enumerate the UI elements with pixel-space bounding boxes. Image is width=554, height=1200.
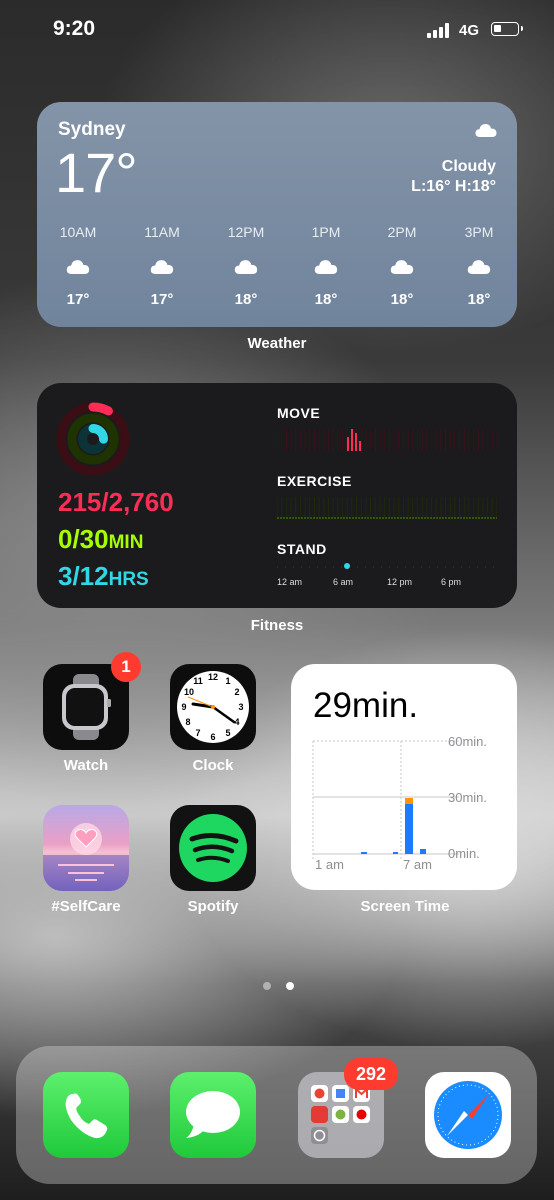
- svg-text:7: 7: [195, 728, 200, 738]
- page-indicator-dot[interactable]: [263, 982, 271, 990]
- svg-text:10: 10: [184, 687, 194, 697]
- hourly-time: 10AM: [59, 224, 97, 240]
- clock-app[interactable]: 12 1 2 3 4567 8 9 10 11: [170, 664, 256, 750]
- watch-notification-badge: 1: [111, 652, 141, 682]
- y-axis-tick: 60min.: [448, 734, 488, 749]
- weather-condition: Cloudy: [441, 158, 496, 175]
- selfcare-app[interactable]: [43, 805, 129, 891]
- screen-time-widget-label: Screen Time: [360, 898, 450, 915]
- phone-app[interactable]: [43, 1072, 129, 1158]
- safari-icon: [434, 1081, 502, 1149]
- cloud-icon: [216, 258, 276, 280]
- clock-app-label: Clock: [192, 757, 234, 774]
- x-axis-tick: 7 am: [403, 857, 432, 872]
- exercise-unit: MIN: [108, 532, 144, 553]
- stand-chart: [277, 563, 497, 569]
- move-chart: [277, 429, 497, 451]
- move-value: 215/2,760: [58, 487, 174, 517]
- stand-value-row: 3/12HRS: [58, 561, 149, 592]
- fitness-widget-label: Fitness: [250, 617, 304, 634]
- time-tick: 6 am: [333, 577, 354, 587]
- y-axis-tick: 0min.: [448, 846, 480, 861]
- time-tick: 6 pm: [441, 577, 462, 587]
- svg-text:6: 6: [210, 732, 215, 742]
- clock-icon: 12 123 4567 891011: [177, 671, 249, 743]
- weather-widget-label: Weather: [247, 335, 307, 352]
- spotify-app-label: Spotify: [187, 898, 239, 915]
- heart-sunset-icon: [43, 823, 129, 891]
- hourly-temp: 18°: [390, 291, 414, 308]
- screen-time-chart: [312, 740, 459, 860]
- cloud-icon: [48, 258, 108, 280]
- messages-icon: [186, 1091, 240, 1138]
- y-axis-tick: 30min.: [448, 790, 488, 805]
- svg-text:5: 5: [225, 728, 230, 738]
- fitness-widget[interactable]: 215/2,760 0/30MIN 3/12HRS MOVE EXERCISE …: [37, 383, 517, 608]
- safari-app[interactable]: [425, 1072, 511, 1158]
- svg-text:2: 2: [234, 687, 239, 697]
- svg-text:8: 8: [185, 717, 190, 727]
- weather-city: Sydney: [58, 119, 126, 140]
- hourly-time: 3PM: [464, 224, 494, 240]
- time-tick: 12 pm: [387, 577, 413, 587]
- cloud-icon: [449, 258, 509, 280]
- watch-app-label: Watch: [63, 757, 109, 774]
- hourly-temp: 18°: [467, 291, 491, 308]
- hourly-temp: 17°: [150, 291, 174, 308]
- x-axis-tick: 1 am: [315, 857, 344, 872]
- network-type: 4G: [459, 22, 480, 39]
- activity-rings-icon: [55, 401, 131, 482]
- time-tick: 12 am: [277, 577, 303, 587]
- hourly-temp: 17°: [66, 291, 90, 308]
- cloud-icon: [296, 258, 356, 280]
- svg-text:11: 11: [193, 676, 203, 686]
- screen-time-total: 29min.: [313, 686, 419, 725]
- svg-text:1: 1: [225, 676, 230, 686]
- weather-current-temp: 17°: [55, 141, 138, 204]
- page-indicator-dot-active[interactable]: [286, 982, 294, 990]
- stand-unit: HRS: [108, 569, 149, 590]
- battery-icon: [491, 22, 523, 36]
- folder-notification-badge: 292: [344, 1058, 398, 1090]
- svg-text:12: 12: [208, 672, 218, 682]
- selfcare-app-label: #SelfCare: [51, 898, 121, 915]
- cellular-signal-icon: [427, 22, 451, 38]
- spotify-app[interactable]: [170, 805, 256, 891]
- hourly-time: 2PM: [387, 224, 417, 240]
- weather-widget[interactable]: Sydney 17° Cloudy L:16° H:18° 10AM 11AM …: [37, 102, 517, 327]
- exercise-value: 0/30: [58, 524, 109, 554]
- messages-app[interactable]: [170, 1072, 256, 1158]
- cloud-icon: [475, 122, 497, 143]
- exercise-label: EXERCISE: [277, 473, 352, 489]
- stand-label: STAND: [277, 541, 327, 557]
- weather-low-high: L:16° H:18°: [411, 178, 496, 195]
- hourly-temp: 18°: [234, 291, 258, 308]
- stand-value: 3/12: [58, 561, 109, 591]
- cloud-icon: [372, 258, 432, 280]
- hourly-time: 1PM: [311, 224, 341, 240]
- hourly-time: 12PM: [227, 224, 265, 240]
- status-time: 9:20: [53, 17, 96, 40]
- move-label: MOVE: [277, 405, 321, 421]
- spotify-icon: [179, 814, 247, 882]
- hourly-temp: 18°: [314, 291, 338, 308]
- cloud-icon: [132, 258, 192, 280]
- phone-icon: [65, 1093, 108, 1139]
- screen-time-widget[interactable]: 29min. 60min. 30min. 0min. 1 am 7 am: [291, 664, 517, 890]
- svg-text:3: 3: [238, 702, 243, 712]
- hourly-time: 11AM: [144, 224, 180, 240]
- svg-text:9: 9: [181, 702, 186, 712]
- exercise-chart: [277, 497, 497, 519]
- exercise-value-row: 0/30MIN: [58, 524, 143, 555]
